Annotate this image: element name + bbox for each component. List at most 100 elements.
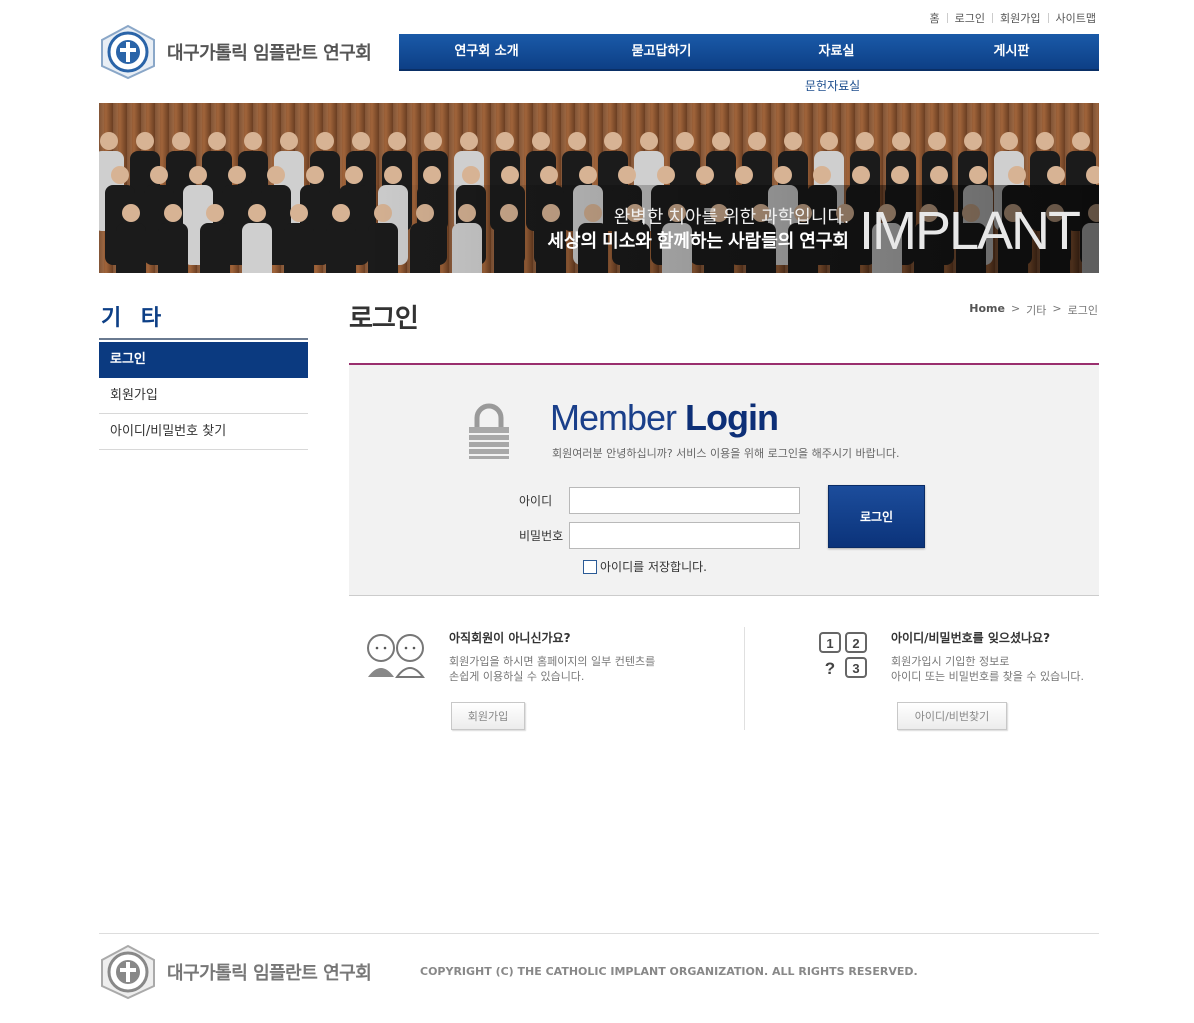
- password-label: 비밀번호: [519, 529, 564, 543]
- photo-person: [964, 132, 982, 150]
- util-join-link[interactable]: 회원가입: [1000, 10, 1040, 26]
- main-navigation: 연구회 소개 묻고답하기 자료실 게시판: [399, 34, 1099, 71]
- divider: [1047, 13, 1049, 23]
- photo-person: [774, 166, 792, 184]
- photo-person: [501, 166, 519, 184]
- login-panel: Member Login 회원여러분 안녕하십니까? 서비스 이용을 위해 로그…: [349, 365, 1099, 596]
- copyright: COPYRIGHT (C) THE CATHOLIC IMPLANT ORGAN…: [420, 965, 918, 978]
- photo-person: [748, 132, 766, 150]
- key-digit: 2: [852, 636, 859, 651]
- sidebar-item-find-account[interactable]: 아이디/비밀번호 찾기: [99, 414, 308, 450]
- hero-banner: 완벽한 치아를 위한 과학입니다. 세상의 미소와 함께하는 사람들의 연구회 …: [99, 103, 1099, 273]
- util-sitemap-link[interactable]: 사이트맵: [1056, 10, 1096, 26]
- site-logo[interactable]: 대구가톨릭 임플란트 연구회: [99, 22, 379, 82]
- footer-logo: 대구가톨릭 임플란트 연구회: [99, 942, 379, 1002]
- util-home-link[interactable]: 홈: [930, 10, 940, 26]
- sidebar-title: 기 타: [101, 306, 168, 331]
- photo-person: [208, 132, 226, 150]
- login-greeting: 회원여러분 안녕하십니까? 서비스 이용을 위해 로그인을 해주시기 바랍니다.: [552, 447, 900, 460]
- breadcrumb-home[interactable]: Home: [969, 302, 1005, 318]
- photo-person: [424, 132, 442, 150]
- photo-person: [423, 166, 441, 184]
- nav-archive[interactable]: 자료실: [749, 34, 924, 69]
- find-description: 회원가입시 기입한 정보로 아이디 또는 비밀번호를 찾을 수 있습니다.: [891, 654, 1084, 684]
- photo-person: [1047, 166, 1065, 184]
- remember-id-label[interactable]: 아이디를 저장합니다.: [600, 558, 707, 575]
- remember-id-checkbox[interactable]: [583, 560, 597, 574]
- sidebar-item-login[interactable]: 로그인: [99, 342, 308, 378]
- footer-divider: [99, 933, 1099, 934]
- photo-person: [122, 204, 140, 222]
- members-icon: [367, 634, 425, 678]
- member-title-bold: Login: [685, 397, 779, 438]
- photo-person: [696, 166, 714, 184]
- member-login-heading: Member Login: [550, 397, 779, 439]
- photo-person: [892, 132, 910, 150]
- sidebar-menu: 로그인 회원가입 아이디/비밀번호 찾기: [99, 342, 308, 450]
- photo-person: [267, 166, 285, 184]
- photo-person: [1008, 166, 1026, 184]
- divider: [946, 13, 948, 23]
- photo-person: [228, 166, 246, 184]
- photo-person: [345, 166, 363, 184]
- photo-person: [306, 166, 324, 184]
- photo-person: [388, 132, 406, 150]
- util-login-link[interactable]: 로그인: [955, 10, 985, 26]
- photo-person: [735, 166, 753, 184]
- photo-person: [290, 204, 308, 222]
- photo-person: [852, 166, 870, 184]
- photo-person: [712, 132, 730, 150]
- photo-person: [784, 132, 802, 150]
- vertical-divider: [744, 627, 745, 730]
- photo-person: [604, 132, 622, 150]
- photo-person: [930, 166, 948, 184]
- sidebar-item-join[interactable]: 회원가입: [99, 378, 308, 414]
- photo-person: [242, 223, 272, 273]
- join-button[interactable]: 회원가입: [451, 702, 525, 730]
- login-button[interactable]: 로그인: [828, 485, 925, 548]
- photo-person: [136, 132, 154, 150]
- find-desc-line: 아이디 또는 비밀번호를 찾을 수 있습니다.: [891, 670, 1085, 683]
- join-title: 아직회원이 아니신가요?: [449, 631, 571, 645]
- utility-links: 홈 로그인 회원가입 사이트맵: [930, 10, 1096, 26]
- breadcrumb-sep: >: [1052, 302, 1062, 315]
- nav-board[interactable]: 게시판: [924, 34, 1099, 69]
- photo-person: [856, 132, 874, 150]
- photo-person: [496, 132, 514, 150]
- photo-person: [352, 132, 370, 150]
- lock-icon: [469, 403, 509, 459]
- photo-person: [969, 166, 987, 184]
- catholic-seal-icon: [101, 24, 155, 80]
- nav-about[interactable]: 연구회 소개: [399, 34, 574, 69]
- banner-brand: IMPLANT: [859, 201, 1080, 261]
- photo-person: [462, 166, 480, 184]
- photo-person: [384, 166, 402, 184]
- breadcrumb: Home > 기타 > 로그인: [969, 302, 1098, 318]
- photo-person: [116, 223, 146, 273]
- id-input[interactable]: [569, 487, 800, 514]
- photo-person: [200, 223, 230, 273]
- nav-qna[interactable]: 묻고답하기: [574, 34, 749, 69]
- breadcrumb-sep: >: [1010, 302, 1021, 315]
- logo-text: 대구가톨릭 임플란트 연구회: [167, 43, 372, 64]
- number-keys-icon: 1 2 ? 3: [819, 632, 867, 678]
- photo-person: [540, 166, 558, 184]
- photo-person: [284, 223, 314, 273]
- photo-person: [928, 132, 946, 150]
- find-account-button[interactable]: 아이디/비번찾기: [897, 702, 1007, 730]
- subnav-literature-link[interactable]: 문헌자료실: [805, 77, 860, 94]
- breadcrumb-current: 로그인: [1067, 304, 1098, 317]
- photo-person: [813, 166, 831, 184]
- photo-person: [111, 166, 129, 184]
- breadcrumb-etc[interactable]: 기타: [1026, 302, 1046, 318]
- photo-person: [1000, 132, 1018, 150]
- photo-person: [172, 132, 190, 150]
- id-label: 아이디: [519, 494, 553, 508]
- join-desc-line: 회원가입을 하시면 홈페이지의 일부 컨텐츠를: [449, 655, 656, 668]
- photo-person: [280, 132, 298, 150]
- photo-person: [618, 166, 636, 184]
- photo-person: [248, 204, 266, 222]
- key-digit: 1: [826, 636, 833, 651]
- photo-person: [189, 166, 207, 184]
- password-input[interactable]: [569, 522, 800, 549]
